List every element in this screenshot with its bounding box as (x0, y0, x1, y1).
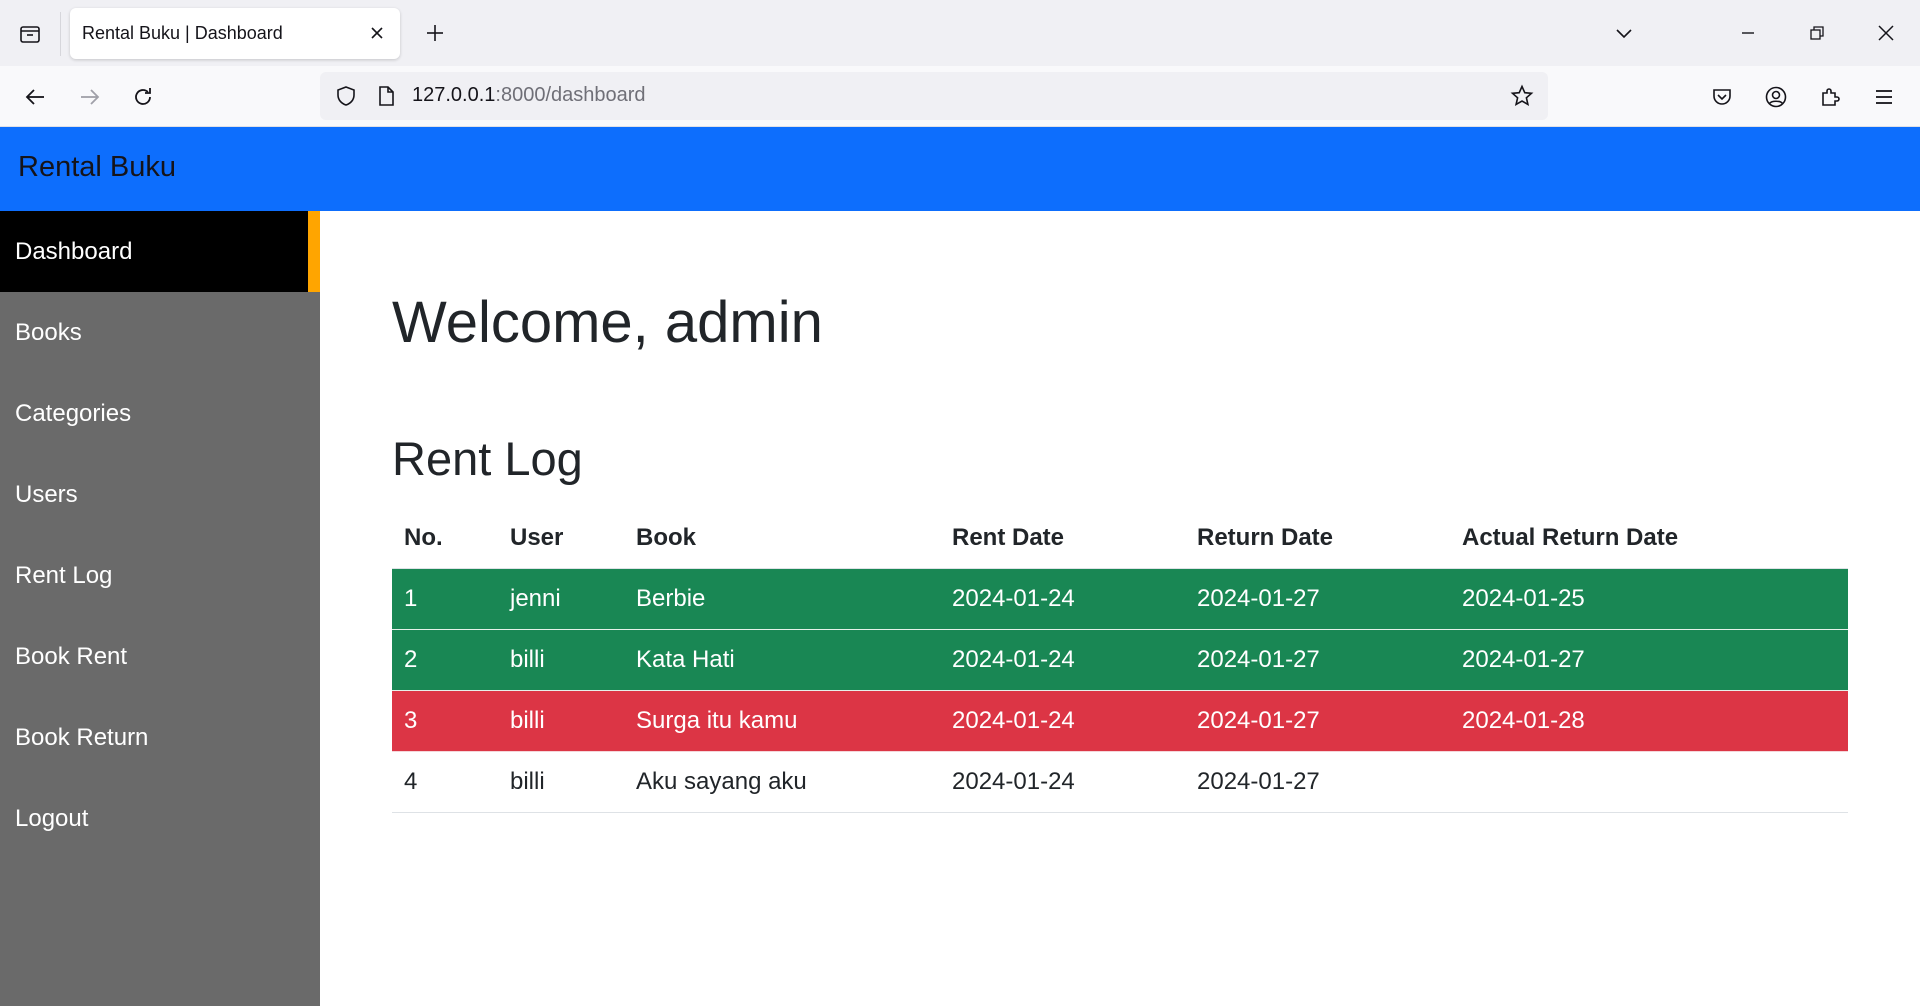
account-icon[interactable] (1757, 78, 1795, 116)
cell-actual-return-date (1450, 751, 1848, 813)
cell-user: billi (498, 690, 624, 752)
sidebar-item-categories[interactable]: Categories (0, 373, 320, 454)
url-bar[interactable]: 127.0.0.1:8000/dashboard (320, 72, 1548, 120)
browser-tab-active[interactable]: Rental Buku | Dashboard (70, 8, 400, 59)
tab-list-icon[interactable] (12, 16, 48, 52)
column-header: Actual Return Date (1450, 508, 1848, 569)
cell-return-date: 2024-01-27 (1185, 751, 1450, 813)
cell-book: Berbie (624, 568, 940, 630)
tab-separator (60, 12, 61, 56)
rent-log-table: No. User Book Rent Date Return Date Actu… (392, 508, 1848, 813)
url-host: 127.0.0.1 (412, 84, 496, 106)
page-title: Welcome, admin (392, 290, 823, 355)
cell-user: billi (498, 751, 624, 813)
forward-arrow-icon[interactable] (70, 78, 108, 116)
sidebar: Dashboard Books Categories Users Rent Lo… (0, 211, 320, 1006)
cell-actual-return-date: 2024-01-25 (1450, 568, 1848, 630)
cell-no: 3 (392, 690, 498, 752)
chevron-down-icon[interactable] (1604, 14, 1644, 52)
url-path: :8000/dashboard (495, 84, 646, 106)
cell-actual-return-date: 2024-01-28 (1450, 690, 1848, 752)
sidebar-item-rent-log[interactable]: Rent Log (0, 535, 320, 616)
cell-return-date: 2024-01-27 (1185, 568, 1450, 630)
cell-user: billi (498, 629, 624, 691)
page-icon (370, 80, 402, 112)
pocket-icon[interactable] (1703, 78, 1741, 116)
sidebar-item-book-rent[interactable]: Book Rent (0, 616, 320, 697)
cell-book: Aku sayang aku (624, 751, 940, 813)
cell-rent-date: 2024-01-24 (940, 629, 1185, 691)
table-row: 4 billi Aku sayang aku 2024-01-24 2024-0… (392, 751, 1848, 813)
column-header: No. (392, 508, 498, 569)
sidebar-item-users[interactable]: Users (0, 454, 320, 535)
cell-return-date: 2024-01-27 (1185, 690, 1450, 752)
brand-title[interactable]: Rental Buku (18, 151, 176, 184)
sidebar-item-book-return[interactable]: Book Return (0, 697, 320, 778)
table-row: 1 jenni Berbie 2024-01-24 2024-01-27 202… (392, 568, 1848, 630)
cell-rent-date: 2024-01-24 (940, 690, 1185, 752)
cell-no: 1 (392, 568, 498, 630)
cell-book: Kata Hati (624, 629, 940, 691)
table-row: 3 billi Surga itu kamu 2024-01-24 2024-0… (392, 690, 1848, 752)
back-arrow-icon[interactable] (17, 78, 55, 116)
minimize-icon[interactable] (1728, 14, 1768, 52)
column-header: Rent Date (940, 508, 1185, 569)
browser-toolbar: 127.0.0.1:8000/dashboard (0, 66, 1920, 127)
cell-rent-date: 2024-01-24 (940, 751, 1185, 813)
shield-icon[interactable] (330, 80, 362, 112)
browser-tab-title: Rental Buku | Dashboard (82, 23, 283, 43)
restore-icon[interactable] (1797, 14, 1837, 52)
window-close-icon[interactable] (1866, 14, 1906, 52)
cell-no: 2 (392, 629, 498, 691)
reload-icon[interactable] (124, 78, 162, 116)
app-header: Rental Buku (0, 127, 1920, 211)
browser-tab-bar: Rental Buku | Dashboard (0, 0, 1920, 66)
menu-icon[interactable] (1865, 78, 1903, 116)
column-header: Return Date (1185, 508, 1450, 569)
extensions-icon[interactable] (1811, 78, 1849, 116)
plus-icon[interactable] (418, 16, 452, 50)
cell-no: 4 (392, 751, 498, 813)
table-row: 2 billi Kata Hati 2024-01-24 2024-01-27 … (392, 629, 1848, 691)
cell-rent-date: 2024-01-24 (940, 568, 1185, 630)
cell-book: Surga itu kamu (624, 690, 940, 752)
sidebar-item-books[interactable]: Books (0, 292, 320, 373)
column-header: Book (624, 508, 940, 569)
close-icon[interactable] (366, 22, 388, 44)
url-text[interactable]: 127.0.0.1:8000/dashboard (412, 84, 646, 107)
cell-actual-return-date: 2024-01-27 (1450, 629, 1848, 691)
section-title: Rent Log (392, 432, 583, 485)
column-header: User (498, 508, 624, 569)
star-icon[interactable] (1506, 80, 1538, 112)
cell-return-date: 2024-01-27 (1185, 629, 1450, 691)
cell-user: jenni (498, 568, 624, 630)
table-header-row: No. User Book Rent Date Return Date Actu… (392, 508, 1848, 569)
sidebar-item-logout[interactable]: Logout (0, 778, 320, 859)
sidebar-item-dashboard[interactable]: Dashboard (0, 211, 320, 292)
